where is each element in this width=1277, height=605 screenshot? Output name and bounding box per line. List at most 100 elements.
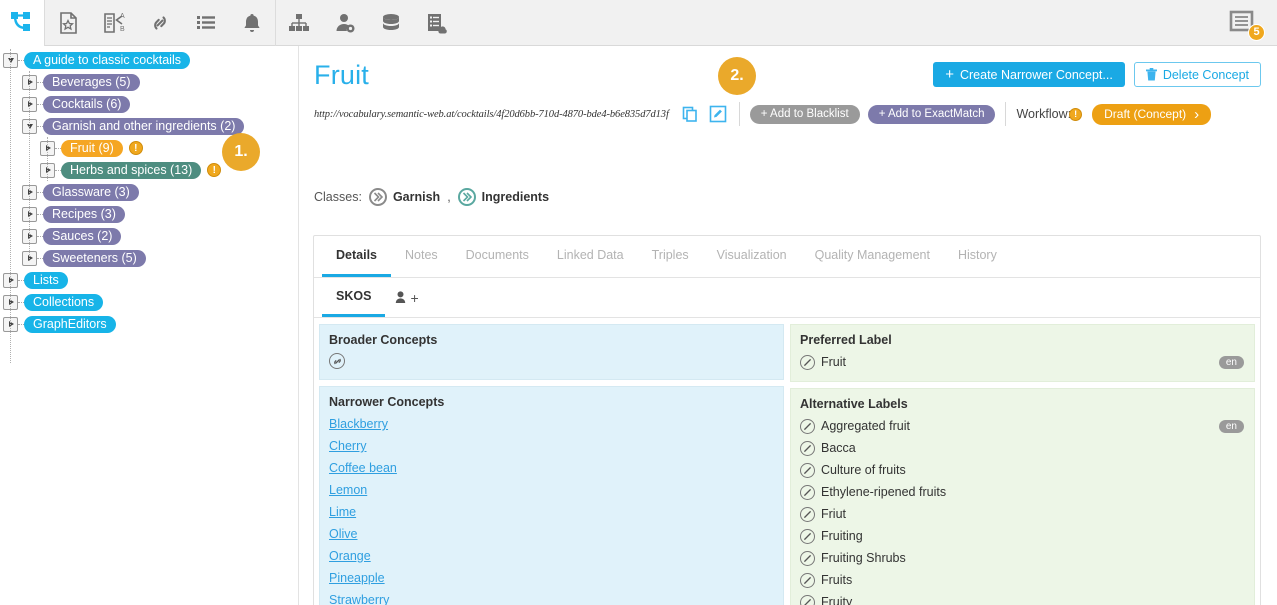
- linked-data-icon[interactable]: [137, 0, 183, 46]
- preferred-label-title: Preferred Label: [800, 333, 1246, 347]
- pencil-circle-icon[interactable]: [800, 529, 815, 544]
- alternative-labels-panel: Alternative Labels Aggregated fruitenBac…: [790, 388, 1255, 605]
- narrower-concept-link[interactable]: Blackberry: [329, 417, 388, 431]
- notifications-icon[interactable]: [229, 0, 275, 46]
- page-title: Fruit: [314, 60, 369, 91]
- narrower-concept-row: Strawberry: [329, 589, 775, 605]
- class-item-garnish[interactable]: Garnish: [369, 188, 440, 206]
- person-icon: [395, 291, 406, 304]
- tree-node[interactable]: Beverages (5): [0, 71, 298, 93]
- tree-node[interactable]: Garnish and other ingredients (2): [0, 115, 298, 137]
- narrower-concept-link[interactable]: Strawberry: [329, 593, 389, 605]
- alternative-label-value: Ethylene-ripened fruits: [821, 485, 946, 499]
- alternative-label-row: Culture of fruits: [800, 459, 1246, 481]
- classes-row: Classes: Garnish , Ingredients: [314, 188, 549, 206]
- tree-node-label[interactable]: Sauces (2): [43, 228, 121, 245]
- tree-node[interactable]: Cocktails (6): [0, 93, 298, 115]
- alternative-label-value: Aggregated fruit: [821, 419, 910, 433]
- server-icon[interactable]: [414, 0, 460, 46]
- tree-node-label[interactable]: Herbs and spices (13): [61, 162, 201, 179]
- pencil-circle-icon[interactable]: [800, 551, 815, 566]
- class-item-ingredients[interactable]: Ingredients: [458, 188, 549, 206]
- tree-node[interactable]: GraphEditors: [0, 313, 298, 335]
- translation-icon[interactable]: A B: [91, 0, 137, 46]
- pencil-circle-icon[interactable]: [800, 419, 815, 434]
- workflow-status-badge[interactable]: Draft (Concept) ›: [1092, 104, 1211, 125]
- user-admin-icon[interactable]: [322, 0, 368, 46]
- pencil-circle-icon[interactable]: [800, 485, 815, 500]
- narrower-concept-link[interactable]: Cherry: [329, 439, 367, 453]
- link-circle-icon[interactable]: [329, 353, 345, 369]
- edit-uri-button[interactable]: [707, 103, 729, 125]
- add-to-blacklist-button[interactable]: + Add to Blacklist: [750, 105, 860, 124]
- link-glyph-icon: [332, 356, 343, 367]
- delete-concept-button[interactable]: Delete Concept: [1134, 62, 1261, 87]
- narrower-concept-link[interactable]: Coffee bean: [329, 461, 397, 475]
- tree-node[interactable]: Recipes (3): [0, 203, 298, 225]
- narrower-concept-link[interactable]: Lemon: [329, 483, 367, 497]
- narrower-concept-link[interactable]: Olive: [329, 527, 357, 541]
- pencil-circle-icon[interactable]: [800, 441, 815, 456]
- tree-node-label[interactable]: Recipes (3): [43, 206, 125, 223]
- pencil-glyph-icon: [802, 357, 813, 368]
- class-circle-icon: [369, 188, 387, 206]
- tree-node-label[interactable]: Sweeteners (5): [43, 250, 146, 267]
- add-custom-scheme-button[interactable]: +: [385, 278, 428, 317]
- tree-node[interactable]: Sauces (2): [0, 225, 298, 247]
- panels-right-column: Preferred Label Fruit en Alternative Lab…: [787, 324, 1260, 605]
- delete-concept-label: Delete Concept: [1163, 68, 1249, 82]
- pencil-circle-icon[interactable]: [800, 595, 815, 605]
- annotation-marker-2: 2.: [718, 57, 756, 95]
- document-lines-button[interactable]: 5: [1213, 0, 1269, 46]
- concept-tree-sidebar[interactable]: A guide to classic cocktails Beverages (5…: [0, 46, 299, 605]
- tree-node[interactable]: Sweeteners (5): [0, 247, 298, 269]
- sub-tab-bar: SKOS +: [314, 278, 1260, 318]
- tab-history[interactable]: History: [944, 236, 1011, 277]
- tree-node-label[interactable]: Cocktails (6): [43, 96, 130, 113]
- tab-documents[interactable]: Documents: [452, 236, 543, 277]
- copy-uri-button[interactable]: [679, 103, 701, 125]
- preferred-label-row: Fruit en: [800, 351, 1246, 373]
- narrower-concept-row: Lemon: [329, 479, 775, 501]
- alternative-label-row: Friut: [800, 503, 1246, 525]
- class-name-garnish: Garnish: [393, 190, 440, 204]
- list-icon[interactable]: [183, 0, 229, 46]
- pencil-circle-icon[interactable]: [800, 507, 815, 522]
- database-icon[interactable]: [368, 0, 414, 46]
- tab-details[interactable]: Details: [322, 236, 391, 277]
- tab-quality-management[interactable]: Quality Management: [801, 236, 944, 277]
- project-icon[interactable]: [45, 0, 91, 46]
- create-narrower-concept-button[interactable]: + Create Narrower Concept...: [933, 62, 1125, 87]
- tab-triples[interactable]: Triples: [638, 236, 703, 277]
- alternative-label-row: Fruiting: [800, 525, 1246, 547]
- tab-linked-data[interactable]: Linked Data: [543, 236, 638, 277]
- tree-node[interactable]: Collections: [0, 291, 298, 313]
- tree-node[interactable]: A guide to classic cocktails: [0, 49, 298, 71]
- add-to-exactmatch-button[interactable]: + Add to ExactMatch: [868, 105, 996, 124]
- narrower-concept-link[interactable]: Orange: [329, 549, 371, 563]
- tree-node-label[interactable]: A guide to classic cocktails: [24, 52, 190, 69]
- narrower-concept-link[interactable]: Lime: [329, 505, 356, 519]
- narrower-concepts-list: Blackberry Cherry Coffee bean Lemon Lime Oliv…: [329, 413, 775, 605]
- narrower-concept-row: Pineapple: [329, 567, 775, 589]
- tree-node-label[interactable]: Lists: [24, 272, 68, 289]
- tree-node-label[interactable]: Beverages (5): [43, 74, 140, 91]
- tree-node[interactable]: Glassware (3): [0, 181, 298, 203]
- narrower-concept-link[interactable]: Pineapple: [329, 571, 385, 585]
- tab-notes[interactable]: Notes: [391, 236, 452, 277]
- tab-skos[interactable]: SKOS: [322, 278, 385, 317]
- tree-node-label[interactable]: Glassware (3): [43, 184, 139, 201]
- app-logo[interactable]: [0, 0, 44, 46]
- tree-node[interactable]: Lists: [0, 269, 298, 291]
- pencil-circle-icon[interactable]: [800, 355, 815, 370]
- taxonomy-icon[interactable]: [276, 0, 322, 46]
- pencil-circle-icon[interactable]: [800, 463, 815, 478]
- tree-node-label[interactable]: Garnish and other ingredients (2): [43, 118, 244, 135]
- tab-visualization[interactable]: Visualization: [703, 236, 801, 277]
- narrower-concept-row: Cherry: [329, 435, 775, 457]
- tree-node-label[interactable]: GraphEditors: [24, 316, 116, 333]
- broader-concepts-title: Broader Concepts: [329, 333, 775, 347]
- pencil-circle-icon[interactable]: [800, 573, 815, 588]
- tree-node-label[interactable]: Collections: [24, 294, 103, 311]
- tree-node-label[interactable]: Fruit (9): [61, 140, 123, 157]
